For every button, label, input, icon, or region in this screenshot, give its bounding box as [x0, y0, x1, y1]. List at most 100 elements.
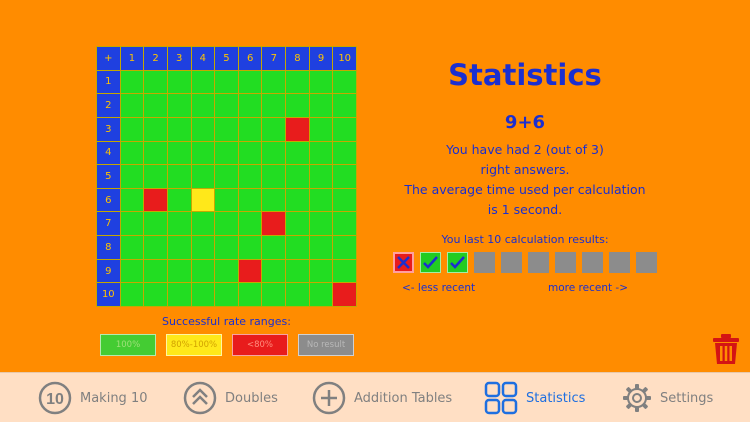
grid-cell[interactable] — [309, 165, 333, 188]
trash-icon[interactable] — [712, 333, 740, 365]
tab-settings[interactable]: Settings — [622, 381, 713, 415]
grid-cell[interactable] — [215, 141, 238, 165]
grid-cell[interactable] — [215, 165, 238, 188]
grid-cell[interactable] — [262, 117, 286, 141]
grid-cell[interactable] — [309, 259, 333, 283]
grid-cell[interactable] — [262, 188, 286, 212]
grid-cell[interactable] — [120, 141, 144, 165]
grid-cell[interactable] — [309, 117, 333, 141]
grid-cell[interactable] — [309, 141, 333, 165]
grid-cell[interactable] — [120, 236, 144, 259]
grid-cell[interactable] — [215, 70, 238, 94]
grid-cell[interactable] — [191, 188, 215, 212]
grid-cell[interactable] — [120, 259, 144, 283]
grid-cell[interactable] — [167, 117, 191, 141]
grid-cell[interactable] — [167, 165, 191, 188]
grid-cell[interactable] — [144, 70, 167, 94]
grid-cell[interactable] — [333, 94, 356, 117]
grid-cell[interactable] — [215, 283, 238, 306]
grid-cell[interactable] — [238, 141, 262, 165]
grid-cell[interactable] — [120, 117, 144, 141]
grid-cell[interactable] — [262, 259, 286, 283]
grid-cell[interactable] — [191, 94, 215, 117]
grid-cell[interactable] — [144, 212, 167, 236]
grid-cell[interactable] — [333, 165, 356, 188]
grid-cell[interactable] — [215, 259, 238, 283]
grid-cell[interactable] — [309, 236, 333, 259]
grid-cell[interactable] — [309, 70, 333, 94]
grid-cell[interactable] — [191, 236, 215, 259]
grid-cell[interactable] — [191, 259, 215, 283]
grid-cell[interactable] — [333, 141, 356, 165]
grid-cell[interactable] — [191, 141, 215, 165]
grid-cell[interactable] — [144, 117, 167, 141]
grid-cell[interactable] — [120, 188, 144, 212]
tab-statistics[interactable]: Statistics — [484, 381, 585, 415]
grid-cell[interactable] — [191, 283, 215, 306]
grid-cell[interactable] — [144, 236, 167, 259]
tab-doubles[interactable]: Doubles — [183, 381, 278, 415]
grid-cell[interactable] — [262, 94, 286, 117]
grid-cell[interactable] — [309, 283, 333, 306]
grid-cell[interactable] — [144, 283, 167, 306]
grid-cell[interactable] — [191, 165, 215, 188]
grid-cell[interactable] — [144, 94, 167, 117]
grid-cell[interactable] — [333, 259, 356, 283]
grid-cell[interactable] — [120, 70, 144, 94]
grid-cell[interactable] — [333, 283, 356, 306]
tab-addition-tables[interactable]: Addition Tables — [312, 381, 452, 415]
grid-cell[interactable] — [120, 283, 144, 306]
grid-cell[interactable] — [191, 70, 215, 94]
grid-cell[interactable] — [238, 283, 262, 306]
grid-cell[interactable] — [333, 236, 356, 259]
grid-cell[interactable] — [262, 212, 286, 236]
grid-cell[interactable] — [286, 236, 309, 259]
grid-cell[interactable] — [286, 70, 309, 94]
tab-making-10[interactable]: 10 Making 10 — [38, 381, 148, 415]
grid-cell[interactable] — [262, 236, 286, 259]
grid-cell[interactable] — [262, 141, 286, 165]
grid-cell[interactable] — [333, 188, 356, 212]
grid-cell[interactable] — [215, 212, 238, 236]
grid-cell[interactable] — [167, 188, 191, 212]
grid-cell[interactable] — [144, 141, 167, 165]
grid-cell[interactable] — [167, 70, 191, 94]
grid-cell[interactable] — [262, 165, 286, 188]
grid-cell[interactable] — [286, 141, 309, 165]
grid-cell[interactable] — [144, 259, 167, 283]
grid-cell[interactable] — [238, 236, 262, 259]
grid-cell[interactable] — [333, 212, 356, 236]
grid-cell[interactable] — [120, 165, 144, 188]
grid-cell[interactable] — [333, 117, 356, 141]
grid-cell[interactable] — [238, 165, 262, 188]
grid-cell[interactable] — [262, 283, 286, 306]
grid-cell[interactable] — [286, 283, 309, 306]
grid-cell[interactable] — [167, 236, 191, 259]
grid-cell[interactable] — [286, 259, 309, 283]
grid-cell[interactable] — [167, 212, 191, 236]
grid-cell[interactable] — [309, 94, 333, 117]
grid-cell[interactable] — [286, 212, 309, 236]
grid-cell[interactable] — [238, 94, 262, 117]
grid-cell[interactable] — [238, 212, 262, 236]
grid-cell[interactable] — [167, 141, 191, 165]
grid-cell[interactable] — [144, 188, 167, 212]
grid-cell[interactable] — [191, 117, 215, 141]
grid-cell[interactable] — [286, 117, 309, 141]
grid-cell[interactable] — [191, 212, 215, 236]
grid-cell[interactable] — [238, 117, 262, 141]
grid-cell[interactable] — [238, 259, 262, 283]
grid-cell[interactable] — [309, 212, 333, 236]
grid-cell[interactable] — [144, 165, 167, 188]
grid-cell[interactable] — [286, 94, 309, 117]
grid-cell[interactable] — [215, 94, 238, 117]
grid-cell[interactable] — [309, 188, 333, 212]
grid-cell[interactable] — [120, 212, 144, 236]
grid-cell[interactable] — [238, 70, 262, 94]
grid-cell[interactable] — [167, 283, 191, 306]
grid-cell[interactable] — [333, 70, 356, 94]
grid-cell[interactable] — [238, 188, 262, 212]
grid-cell[interactable] — [215, 188, 238, 212]
grid-cell[interactable] — [215, 117, 238, 141]
grid-cell[interactable] — [286, 165, 309, 188]
